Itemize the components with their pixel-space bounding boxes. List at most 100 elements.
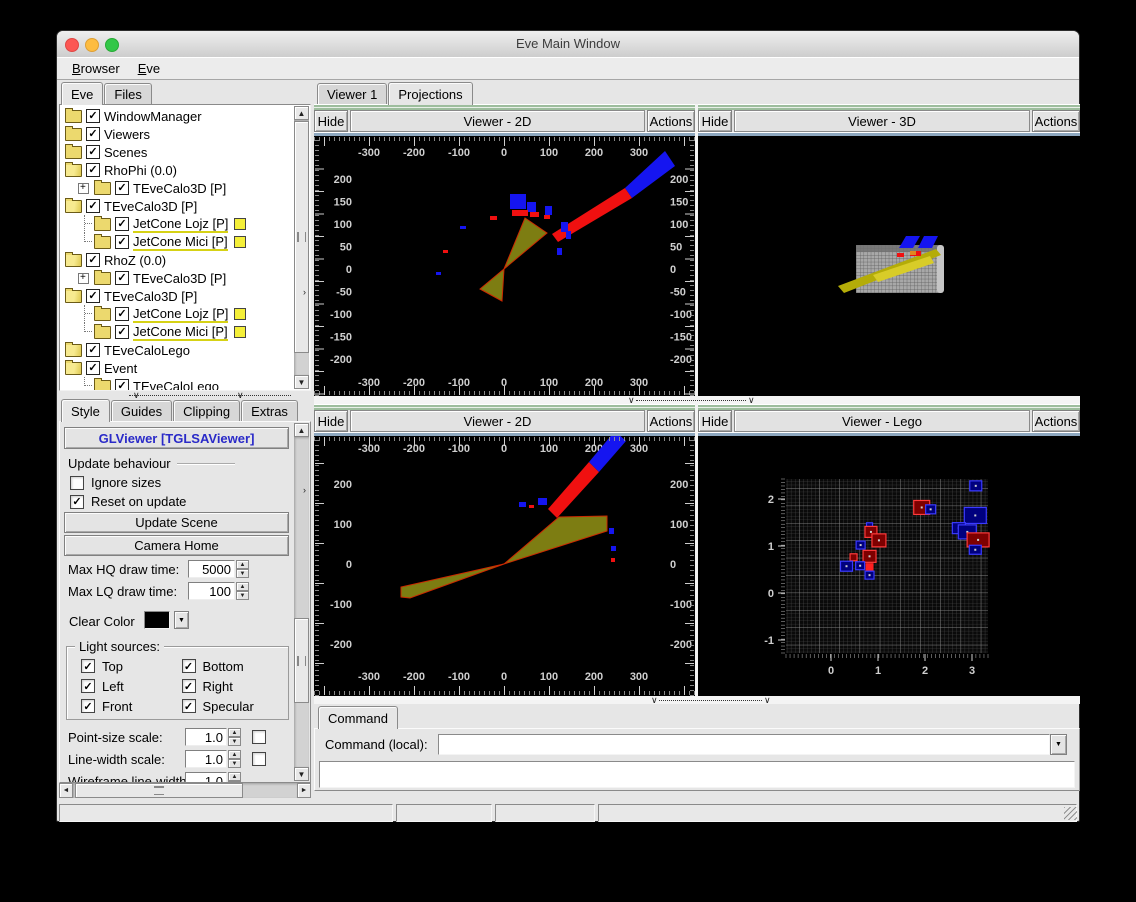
splitter-arrow-icon[interactable]: ∨ (628, 396, 635, 405)
scale-row-stepper[interactable]: ▲▼ (228, 750, 241, 768)
gl-viewport-lego[interactable]: 0 1 2 3 2 1 0 -1 (698, 436, 1080, 696)
color-swatch[interactable] (234, 308, 247, 320)
tree-item[interactable]: ✓ JetCone Lojz [P] (62, 215, 293, 233)
tree-item[interactable]: ✓ RhoPhi (0.0) (62, 161, 293, 179)
clear-color-swatch[interactable] (144, 611, 170, 629)
resize-grip-icon[interactable] (1064, 807, 1077, 820)
ignore-sizes-checkbox[interactable] (70, 475, 84, 490)
splitter-arrow-icon[interactable]: › (303, 486, 306, 495)
tree-item-checkbox[interactable]: ✓ (86, 199, 100, 213)
scale-row-input[interactable]: 1.0 (185, 750, 227, 768)
hide-button[interactable]: Hide (698, 410, 732, 432)
tree-item-checkbox[interactable]: ✓ (115, 217, 129, 231)
hide-button[interactable]: Hide (314, 410, 348, 432)
color-swatch[interactable] (234, 218, 247, 230)
clear-color-dropdown[interactable]: ▼ (174, 611, 189, 629)
tree-item-checkbox[interactable]: ✓ (86, 253, 100, 267)
light-front-checkbox[interactable]: ✓ (81, 699, 95, 713)
max-lq-input[interactable]: 100 (188, 582, 235, 600)
color-swatch[interactable] (233, 326, 246, 338)
style-scrollbar[interactable]: ▲ ▼ (294, 423, 309, 781)
scale-row-checkbox[interactable] (252, 730, 266, 744)
actions-button[interactable]: Actions (1032, 110, 1080, 132)
menu-browser[interactable]: Browser (64, 59, 128, 78)
tab-viewer-1[interactable]: Viewer 1 (317, 83, 388, 104)
tab-style[interactable]: Style (61, 399, 110, 422)
expander-plus-icon[interactable] (78, 272, 89, 284)
splitter-arrow-icon[interactable]: › (303, 288, 306, 297)
tab-command[interactable]: Command (318, 706, 398, 729)
max-lq-stepper[interactable]: ▲ ▼ (236, 582, 249, 600)
scroll-thumb[interactable] (294, 618, 309, 703)
title-bar[interactable]: Eve Main Window (57, 31, 1079, 58)
command-dropdown-button[interactable]: ▼ (1050, 734, 1067, 755)
tree-item-checkbox[interactable]: ✓ (86, 127, 100, 141)
scale-row-stepper[interactable]: ▲▼ (228, 728, 241, 746)
tree-item[interactable]: ✓ JetCone Mici [P] (62, 323, 293, 341)
tree-item[interactable]: ✓ Event (62, 359, 293, 377)
gl-viewport-calo3d[interactable] (698, 136, 1080, 396)
tab-clipping[interactable]: Clipping (173, 400, 241, 421)
actions-button[interactable]: Actions (647, 410, 695, 432)
tree-item-checkbox[interactable]: ✓ (115, 379, 129, 390)
tree-item[interactable]: ✓ Scenes (62, 143, 293, 161)
tree-item-checkbox[interactable]: ✓ (86, 145, 100, 159)
scale-row-input[interactable]: 1.0 (185, 728, 227, 746)
splitter-arrow-icon[interactable]: ∨ (651, 696, 658, 705)
scroll-thumb[interactable] (75, 783, 243, 798)
tree-item-checkbox[interactable]: ✓ (86, 109, 100, 123)
actions-button[interactable]: Actions (1032, 410, 1080, 432)
scale-row-stepper[interactable]: ▲▼ (228, 772, 241, 782)
pane-splitter[interactable]: ∨ ∨ (314, 396, 1080, 405)
tree-item-checkbox[interactable]: ✓ (86, 361, 100, 375)
tab-projections[interactable]: Projections (388, 82, 473, 105)
scroll-down-button[interactable]: ▼ (294, 375, 309, 389)
tree-item[interactable]: ✓ TEveCalo3D [P] (62, 287, 293, 305)
command-input[interactable] (438, 734, 1050, 755)
scroll-thumb[interactable] (294, 121, 309, 353)
left-horizontal-scrollbar[interactable]: ◄ ► (59, 783, 311, 798)
scroll-up-button[interactable]: ▲ (294, 423, 309, 437)
tree-item-checkbox[interactable]: ✓ (115, 271, 129, 285)
tree-item-checkbox[interactable]: ✓ (115, 235, 129, 249)
tree-item[interactable]: ✓ JetCone Mici [P] (62, 233, 293, 251)
camera-home-button[interactable]: Camera Home (64, 535, 289, 556)
tree-item-checkbox[interactable]: ✓ (115, 325, 129, 339)
command-combobox[interactable]: ▼ (438, 734, 1067, 755)
splitter-arrow-icon[interactable]: ∨ (748, 396, 755, 405)
scale-row-checkbox[interactable] (252, 752, 266, 766)
hide-button[interactable]: Hide (314, 110, 348, 132)
hide-button[interactable]: Hide (698, 110, 732, 132)
gl-viewport-rhoz[interactable]: -300 -300 -200 -200 -100 -100 0 0 100 100 200 200 30… (314, 436, 695, 696)
tree-item[interactable]: ✓ TEveCalo3D [P] (62, 269, 293, 287)
menu-eve[interactable]: Eve (130, 59, 168, 78)
light-left-checkbox[interactable]: ✓ (81, 679, 95, 693)
tree-item[interactable]: ✓ RhoZ (0.0) (62, 251, 293, 269)
pane-splitter[interactable]: ∨ ∨ (314, 696, 1080, 705)
tree-item[interactable]: ✓ Viewers (62, 125, 293, 143)
tree-item[interactable]: ✓ JetCone Lojz [P] (62, 305, 293, 323)
scene-tree[interactable]: ✓ WindowManager ✓ Viewers ✓ Scenes ✓ RhoPhi (0.… (59, 104, 311, 391)
light-top-checkbox[interactable]: ✓ (81, 659, 95, 673)
splitter-arrow-icon[interactable]: ∨ (764, 696, 771, 705)
glviewer-header-button[interactable]: GLViewer [TGLSAViewer] (64, 427, 289, 449)
light-right-checkbox[interactable]: ✓ (181, 679, 196, 693)
tree-item[interactable]: ✓ TEveCaloLego (62, 377, 293, 390)
scroll-down-button[interactable]: ▼ (294, 767, 309, 781)
light-bottom-checkbox[interactable]: ✓ (181, 659, 196, 673)
tab-extras[interactable]: Extras (241, 400, 298, 421)
tree-item-checkbox[interactable]: ✓ (115, 181, 129, 195)
tree-item-checkbox[interactable]: ✓ (86, 289, 100, 303)
expander-plus-icon[interactable] (78, 182, 89, 194)
tree-scrollbar[interactable]: ▲ ▼ (294, 106, 309, 389)
reset-on-update-checkbox[interactable]: ✓ (70, 494, 84, 509)
tree-item[interactable]: ✓ TEveCalo3D [P] (62, 197, 293, 215)
tab-eve[interactable]: Eve (61, 82, 104, 105)
light-specular-checkbox[interactable]: ✓ (181, 699, 196, 713)
tree-item[interactable]: ✓ TEveCaloLego (62, 341, 293, 359)
actions-button[interactable]: Actions (647, 110, 695, 132)
scroll-track[interactable] (294, 437, 309, 767)
tree-item[interactable]: ✓ WindowManager (62, 107, 293, 125)
gl-viewport-rhophi[interactable]: -300 -300 -200 -200 -100 -100 0 0 100 100 200 200 30… (314, 136, 695, 396)
tree-item-checkbox[interactable]: ✓ (86, 163, 100, 177)
